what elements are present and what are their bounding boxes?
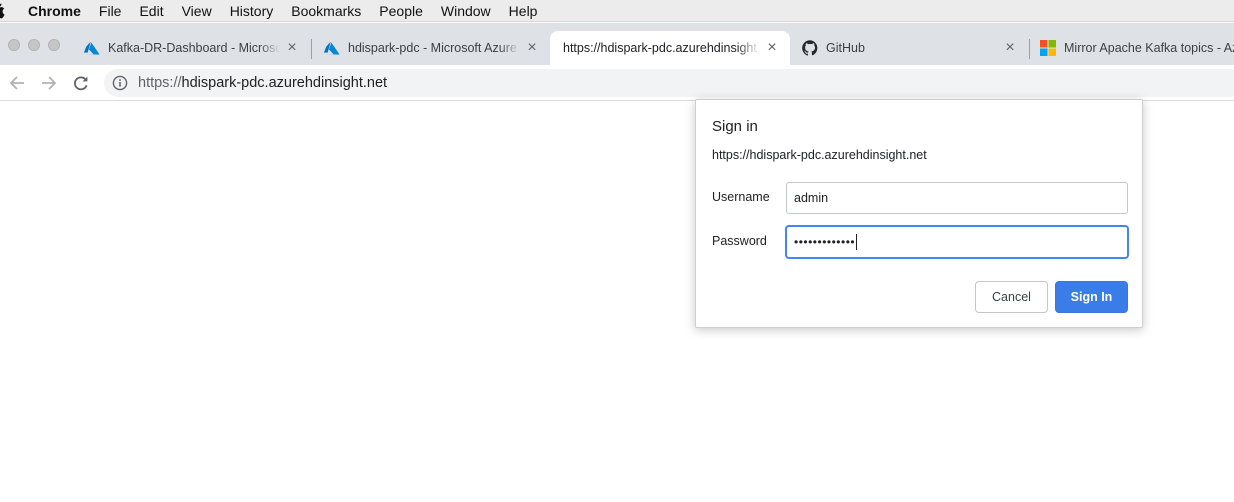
info-icon[interactable] (112, 75, 128, 91)
tab-mirror-kafka-topics[interactable]: Mirror Apache Kafka topics - Azure (1030, 31, 1234, 65)
window-zoom-button[interactable] (48, 39, 60, 51)
close-icon[interactable]: × (524, 40, 540, 56)
reload-icon (74, 76, 88, 91)
tab-title: Mirror Apache Kafka topics - Azure (1064, 41, 1234, 55)
url-scheme: https:// (138, 75, 182, 91)
menu-edit[interactable]: Edit (130, 0, 172, 22)
forward-button[interactable] (37, 71, 61, 95)
text-caret (856, 234, 858, 250)
username-value: admin (794, 191, 829, 205)
close-icon[interactable]: × (764, 40, 780, 56)
arrow-left-icon (9, 76, 24, 90)
arrow-right-icon (42, 76, 57, 90)
menu-people[interactable]: People (370, 0, 432, 22)
url-text: https://hdispark-pdc.azurehdinsight.net (138, 75, 387, 91)
menu-history[interactable]: History (221, 0, 283, 22)
menu-file[interactable]: File (90, 0, 131, 22)
tab-hdinsight-active[interactable]: https://hdispark-pdc.azurehdinsight.net … (550, 31, 790, 65)
close-icon[interactable]: × (1002, 40, 1018, 56)
close-icon[interactable]: × (284, 40, 300, 56)
reload-button[interactable] (69, 71, 93, 95)
sign-in-button[interactable]: Sign In (1055, 281, 1128, 313)
username-label: Username (712, 190, 770, 204)
azure-icon (324, 40, 340, 56)
tab-title: hdispark-pdc - Microsoft Azure (348, 41, 517, 55)
azure-icon (84, 40, 100, 56)
menu-app-chrome[interactable]: Chrome (14, 0, 90, 22)
address-bar[interactable]: https://hdispark-pdc.azurehdinsight.net (104, 69, 1234, 97)
menu-help[interactable]: Help (500, 0, 547, 22)
menu-window[interactable]: Window (432, 0, 500, 22)
github-icon (802, 40, 818, 56)
dialog-origin: https://hdispark-pdc.azurehdinsight.net (712, 148, 927, 162)
window-minimize-button[interactable] (28, 39, 40, 51)
password-mask: ••••••••••••• (794, 235, 856, 249)
cancel-button[interactable]: Cancel (975, 281, 1048, 313)
tab-github[interactable]: GitHub × (790, 31, 1028, 65)
tab-title: Kafka-DR-Dashboard - Microsoft Azure (108, 41, 280, 55)
tab-strip: Kafka-DR-Dashboard - Microsoft Azure × h… (0, 23, 1234, 65)
browser-toolbar: https://hdispark-pdc.azurehdinsight.net (0, 65, 1234, 101)
tab-hdispark-pdc-azure[interactable]: hdispark-pdc - Microsoft Azure × (312, 31, 550, 65)
url-host: hdispark-pdc.azurehdinsight.net (181, 75, 388, 91)
apple-icon[interactable] (0, 0, 8, 22)
tab-title: https://hdispark-pdc.azurehdinsight.net (563, 41, 760, 55)
tab-title: GitHub (826, 41, 865, 55)
sign-in-dialog: Sign in https://hdispark-pdc.azurehdinsi… (695, 99, 1143, 328)
tab-kafka-dr-dashboard[interactable]: Kafka-DR-Dashboard - Microsoft Azure × (72, 31, 310, 65)
password-field[interactable]: ••••••••••••• (786, 226, 1128, 258)
dialog-title: Sign in (712, 118, 758, 135)
menu-bookmarks[interactable]: Bookmarks (282, 0, 370, 22)
window-close-button[interactable] (8, 39, 20, 51)
password-label: Password (712, 234, 767, 248)
macos-menu-bar: Chrome File Edit View History Bookmarks … (0, 0, 1234, 22)
username-field[interactable]: admin (786, 182, 1128, 214)
menu-view[interactable]: View (173, 0, 221, 22)
back-button[interactable] (5, 71, 29, 95)
microsoft-icon (1040, 40, 1056, 56)
